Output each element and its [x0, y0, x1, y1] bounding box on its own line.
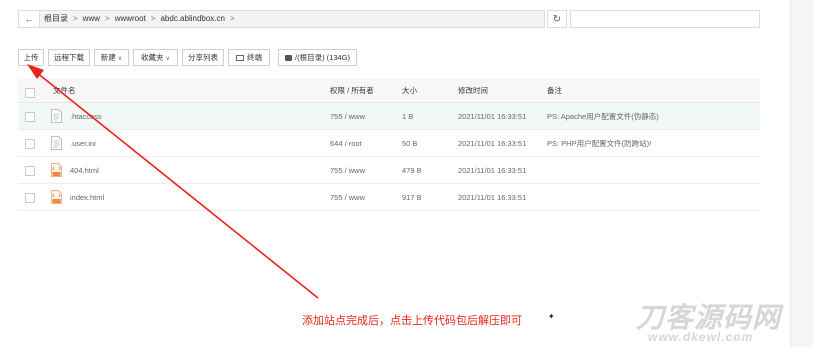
- row-checkbox[interactable]: [25, 193, 35, 203]
- chevron-right-icon: >: [105, 14, 110, 23]
- table-row[interactable]: index.html 755 / www 917 B 2021/11/01 16…: [18, 184, 760, 211]
- row-checkbox[interactable]: [25, 112, 35, 122]
- file-name[interactable]: .htaccess: [70, 103, 102, 129]
- html-file-icon: [51, 163, 62, 177]
- table-header: 文件名 权限 / 所有者 大小 修改时间 备注: [18, 79, 760, 103]
- file-size: 50 B: [402, 138, 418, 148]
- breadcrumb-item-wwwroot[interactable]: wwwroot: [115, 14, 146, 23]
- table-row[interactable]: .htaccess 755 / www 1 B 2021/11/01 16:33…: [18, 103, 760, 130]
- column-header-mtime[interactable]: 修改时间: [458, 79, 488, 102]
- chevron-right-icon: >: [73, 14, 78, 23]
- new-label: 新建: [100, 53, 116, 62]
- file-size: 479 B: [402, 165, 422, 175]
- file-name[interactable]: index.html: [70, 184, 104, 210]
- search-input[interactable]: [570, 10, 760, 28]
- file-note[interactable]: PS: PHP用户配置文件(防跨站)!: [547, 130, 651, 156]
- column-header-size[interactable]: 大小: [402, 79, 417, 102]
- chevron-down-icon: ∨: [117, 56, 123, 62]
- chevron-right-icon: >: [229, 14, 235, 23]
- disk-icon: [284, 55, 292, 61]
- annotation-text: 添加站点完成后，点击上传代码包后解压即可: [302, 315, 522, 327]
- favorites-label: 收藏夹: [141, 53, 164, 62]
- back-button[interactable]: ←: [19, 11, 40, 27]
- column-header-note: 备注: [547, 86, 562, 95]
- table-row[interactable]: 404.html 755 / www 479 B 2021/11/01 16:3…: [18, 157, 760, 184]
- path-bar[interactable]: ← 根目录 > www > wwwroot > abdc.ablindbox.cn >: [18, 10, 545, 28]
- file-size: 1 B: [402, 111, 414, 121]
- column-header-permission[interactable]: 权限 / 所有者: [330, 79, 374, 102]
- arrow-left-icon: ←: [24, 14, 34, 24]
- text-file-icon: [51, 136, 62, 150]
- chevron-down-icon: ∨: [165, 56, 170, 62]
- row-checkbox[interactable]: [25, 139, 35, 149]
- file-permission[interactable]: 755 / www: [330, 103, 365, 129]
- favorites-dropdown-button[interactable]: 收藏夹 ∨: [133, 49, 178, 66]
- file-mtime: 2021/11/01 16:33:51: [458, 111, 527, 121]
- disk-button[interactable]: /(根目录) (134G): [278, 49, 357, 66]
- breadcrumb: 根目录 > www > wwwroot > abdc.ablindbox.cn >: [44, 11, 240, 27]
- file-name[interactable]: 404.html: [70, 157, 99, 183]
- share-list-label: 分享列表: [188, 53, 218, 62]
- remote-download-label: 远程下载: [54, 53, 84, 62]
- file-mtime: 2021/11/01 16:33:51: [458, 138, 527, 148]
- watermark-url: www.dkewl.com: [648, 330, 754, 344]
- table-row[interactable]: .user.ini 644 / root 50 B 2021/11/01 16:…: [18, 130, 760, 157]
- html-file-icon: [51, 190, 62, 204]
- breadcrumb-item-www[interactable]: www: [83, 14, 100, 23]
- file-mtime: 2021/11/01 16:33:51: [458, 192, 527, 202]
- breadcrumb-item-root[interactable]: 根目录: [44, 14, 68, 23]
- refresh-button[interactable]: ↻: [547, 10, 567, 28]
- watermark: 刀客源码网 www.dkewl.com: [636, 296, 804, 346]
- new-dropdown-button[interactable]: 新建 ∨: [94, 49, 129, 66]
- column-header-name[interactable]: 文件名: [53, 79, 76, 102]
- file-size: 917 B: [402, 192, 422, 202]
- row-checkbox[interactable]: [25, 166, 35, 176]
- text-file-icon: [51, 109, 62, 123]
- select-all-checkbox[interactable]: [25, 88, 35, 98]
- breadcrumb-item-site[interactable]: abdc.ablindbox.cn: [160, 14, 225, 23]
- share-list-button[interactable]: 分享列表: [182, 49, 224, 66]
- chevron-right-icon: >: [150, 14, 156, 23]
- file-name[interactable]: .user.ini: [70, 130, 96, 156]
- terminal-button[interactable]: 终端: [228, 49, 270, 66]
- terminal-label: 终端: [247, 53, 262, 62]
- refresh-icon: ↻: [552, 13, 562, 25]
- file-permission[interactable]: 755 / www: [330, 157, 365, 183]
- upload-label: 上传: [23, 53, 39, 62]
- disk-label: /(根目录) (134G): [294, 53, 350, 62]
- right-scroll-strip: [790, 0, 813, 347]
- mouse-cursor-icon: ✦: [548, 312, 555, 321]
- remote-download-button[interactable]: 远程下载: [48, 49, 90, 66]
- file-mtime: 2021/11/01 16:33:51: [458, 165, 527, 175]
- file-note[interactable]: PS: Apache用户配置文件(伪静态): [547, 103, 659, 129]
- terminal-icon: [236, 55, 244, 61]
- upload-button[interactable]: 上传: [18, 49, 44, 66]
- file-permission[interactable]: 755 / www: [330, 184, 365, 210]
- file-permission[interactable]: 644 / root: [330, 130, 362, 156]
